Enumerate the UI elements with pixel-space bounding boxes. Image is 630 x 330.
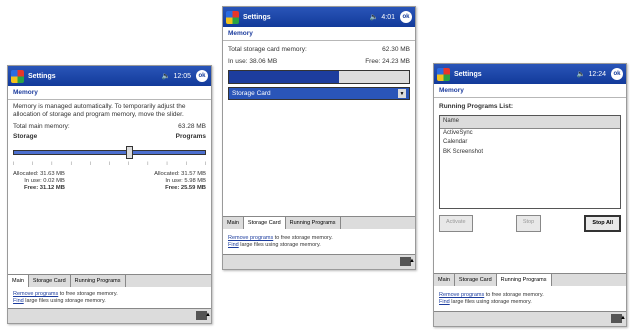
tab-strip: Main Storage Card Running Programs: [8, 274, 211, 287]
right-device: Settings 🔈 12:24 ok Memory Running Progr…: [433, 63, 627, 327]
help-links: Remove programs to free storage memory. …: [228, 234, 333, 248]
tab-main[interactable]: Main: [434, 274, 455, 286]
sip-arrow-icon[interactable]: ▲: [409, 258, 415, 264]
list-item[interactable]: ActiveSync: [440, 129, 620, 139]
title-bar: Settings 🔈 12:24 ok: [434, 64, 626, 84]
stop-button[interactable]: Stop: [515, 215, 542, 232]
card-total-label: Total storage card memory:: [228, 46, 307, 53]
left-device: Settings 🔈 12:05 ok Memory Memory is man…: [7, 65, 212, 324]
window-title: Settings: [28, 72, 56, 80]
windows-logo-icon[interactable]: [226, 10, 239, 24]
remove-programs-link[interactable]: Remove programs: [439, 292, 484, 298]
card-inuse-value: 38.06 MB: [249, 58, 278, 66]
inuse-storage: In use: 0.02 MB: [24, 177, 65, 184]
list-item[interactable]: Calendar: [440, 138, 620, 148]
tab-storage-card[interactable]: Storage Card: [28, 275, 71, 287]
section-heading: Memory: [8, 86, 211, 100]
help-links: Remove programs to free storage memory. …: [13, 290, 118, 304]
running-programs-heading: Running Programs List:: [439, 103, 514, 110]
list-column-header[interactable]: Name: [440, 116, 620, 129]
memory-note: Memory is managed automatically. To temp…: [13, 103, 186, 119]
stop-all-button[interactable]: Stop All: [584, 215, 621, 232]
tab-main[interactable]: Main: [8, 275, 29, 287]
command-bar: ▲: [434, 311, 626, 326]
total-value: 63.28 MB: [178, 123, 206, 131]
command-bar: ▲: [223, 254, 415, 269]
storage-select-value: Storage Card: [232, 89, 271, 97]
tab-running-programs[interactable]: Running Programs: [70, 275, 126, 287]
card-total-value: 62.30 MB: [382, 46, 410, 53]
memory-slider[interactable]: [13, 145, 206, 159]
speaker-icon[interactable]: 🔈: [577, 70, 586, 78]
alloc-storage: Allocated: 31.63 MB: [13, 170, 65, 177]
find-link[interactable]: Find: [13, 298, 24, 304]
ok-button[interactable]: ok: [400, 11, 412, 23]
slider-track: [13, 149, 206, 155]
remove-programs-link[interactable]: Remove programs: [13, 291, 58, 297]
slider-thumb[interactable]: [125, 145, 133, 159]
running-programs-list[interactable]: Name ActiveSync Calendar BK Screenshot: [439, 115, 621, 210]
alloc-programs: Allocated: 31.57 MB: [154, 170, 206, 177]
remove-programs-link[interactable]: Remove programs: [228, 235, 273, 241]
sip-arrow-icon[interactable]: ▲: [205, 312, 211, 318]
tab-storage-card[interactable]: Storage Card: [454, 274, 497, 286]
windows-logo-icon[interactable]: [437, 67, 450, 81]
command-bar: ▲: [8, 308, 211, 323]
find-link[interactable]: Find: [228, 242, 239, 248]
slider-ticks: | | | | | | | | | | |: [13, 159, 206, 165]
section-heading: Memory: [434, 84, 626, 98]
clock[interactable]: 12:05: [173, 73, 191, 80]
free-programs: Free: 25.59 MB: [165, 184, 206, 191]
title-bar: Settings 🔈 12:05 ok: [8, 66, 211, 86]
tab-main[interactable]: Main: [223, 217, 244, 229]
list-item[interactable]: BK Screenshot: [440, 148, 620, 158]
card-usage-fill: [229, 71, 339, 84]
ok-button[interactable]: ok: [611, 68, 623, 80]
speaker-icon[interactable]: 🔈: [370, 13, 379, 21]
ok-button[interactable]: ok: [196, 70, 208, 82]
window-title: Settings: [243, 13, 271, 21]
card-free-label: Free:: [365, 58, 381, 66]
help-links: Remove programs to free storage memory. …: [439, 291, 544, 305]
tab-strip: Main Storage Card Running Programs: [434, 273, 626, 286]
middle-device: Settings 🔈 4:01 ok Memory Total storage …: [222, 6, 416, 270]
clock[interactable]: 4:01: [381, 14, 395, 21]
tab-running-programs[interactable]: Running Programs: [496, 274, 552, 286]
free-storage: Free: 31.12 MB: [23, 184, 65, 191]
title-bar: Settings 🔈 4:01 ok: [223, 7, 415, 27]
card-free-value: 24.23 MB: [382, 58, 410, 66]
card-usage-bar: [228, 70, 410, 85]
tab-strip: Main Storage Card Running Programs: [223, 216, 415, 229]
find-link[interactable]: Find: [439, 299, 450, 305]
window-title: Settings: [454, 70, 482, 78]
clock[interactable]: 12:24: [588, 71, 606, 78]
section-heading: Memory: [223, 27, 415, 41]
tab-storage-card[interactable]: Storage Card: [243, 217, 286, 229]
storage-select[interactable]: Storage Card ▼: [228, 87, 410, 101]
chevron-down-icon[interactable]: ▼: [398, 89, 406, 99]
windows-logo-icon[interactable]: [11, 69, 24, 83]
card-inuse-label: In use:: [228, 58, 248, 66]
inuse-programs: In use: 5.98 MB: [165, 177, 206, 184]
speaker-icon[interactable]: 🔈: [162, 72, 171, 80]
total-label: Total main memory:: [13, 123, 70, 131]
sip-arrow-icon[interactable]: ▲: [620, 315, 626, 321]
programs-label: Programs: [175, 133, 206, 141]
tab-running-programs[interactable]: Running Programs: [285, 217, 341, 229]
activate-button[interactable]: Activate: [439, 215, 473, 232]
storage-label: Storage: [13, 133, 38, 141]
